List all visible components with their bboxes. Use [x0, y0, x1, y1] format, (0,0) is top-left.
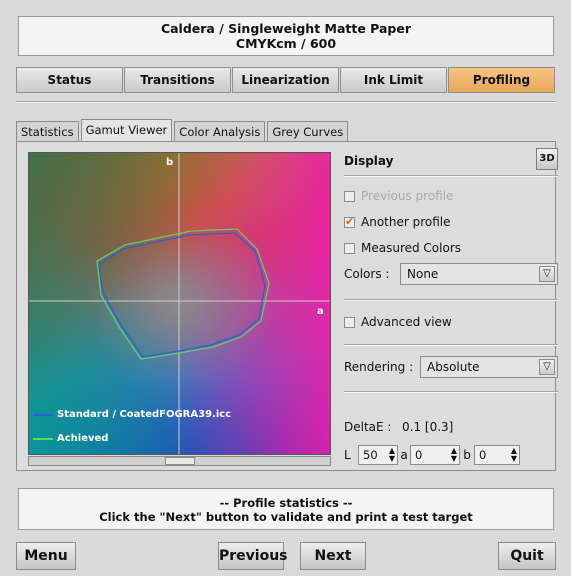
- previous-button[interactable]: Previous: [218, 542, 288, 570]
- subtab-grey-curves[interactable]: Grey Curves: [267, 121, 349, 141]
- spinner-arrows-icon[interactable]: ▲ ▼: [388, 447, 396, 463]
- tab-profiling[interactable]: Profiling: [448, 67, 555, 93]
- another-profile-checkbox[interactable]: Another profile: [344, 215, 451, 229]
- colors-select-value: None: [407, 267, 439, 281]
- divider: [344, 391, 558, 393]
- measured-colors-label: Measured Colors: [361, 241, 462, 255]
- spinner-arrows-icon[interactable]: ▲ ▼: [510, 447, 518, 463]
- rendering-select-value: Absolute: [427, 360, 480, 374]
- dropdown-arrow-icon[interactable]: ▽: [539, 359, 555, 375]
- footer-message: Click the "Next" button to validate and …: [99, 510, 473, 524]
- chart-horizontal-scrollbar[interactable]: [28, 456, 331, 466]
- tab-status[interactable]: Status: [16, 67, 123, 93]
- l-label: L: [344, 448, 351, 462]
- legend-standard-swatch: [33, 413, 53, 416]
- deltae-row: DeltaE : 0.1 [0.3]: [344, 420, 453, 434]
- tab-linearization[interactable]: Linearization: [232, 67, 339, 93]
- rendering-label: Rendering :: [344, 360, 414, 374]
- dropdown-arrow-icon[interactable]: ▽: [539, 266, 555, 282]
- 3d-view-button[interactable]: 3D: [536, 148, 558, 170]
- legend-achieved-label: Achieved: [57, 433, 109, 444]
- colors-row: Colors : None ▽: [344, 263, 558, 285]
- header-panel: Caldera / Singleweight Matte Paper CMYKc…: [18, 16, 554, 56]
- legend-standard-label: Standard / CoatedFOGRA39.icc: [57, 409, 232, 420]
- rendering-select[interactable]: Absolute ▽: [420, 356, 558, 378]
- scrollbar-thumb[interactable]: [165, 457, 195, 465]
- gamut-chart[interactable]: b a Standard / CoatedFOGRA39.icc Achieve…: [28, 152, 331, 455]
- b-label: b: [463, 448, 471, 462]
- previous-profile-checkbox[interactable]: Previous profile: [344, 189, 453, 203]
- l-value: 50: [363, 448, 378, 462]
- main-tabs: Status Transitions Linearization Ink Lim…: [16, 67, 556, 93]
- lab-inputs-row: L 50 ▲ ▼ a 0 ▲ ▼ b 0 ▲ ▼: [344, 445, 520, 465]
- standard-gamut-outline: [98, 232, 266, 358]
- subtab-statistics[interactable]: Statistics: [16, 121, 79, 141]
- header-subtitle: CMYKcm / 600: [235, 36, 337, 51]
- a-label: a: [400, 448, 408, 462]
- footer-title: -- Profile statistics --: [219, 496, 353, 510]
- deltae-value: 0.1 [0.3]: [402, 420, 454, 434]
- quit-button[interactable]: Quit: [498, 542, 556, 570]
- divider: [344, 344, 558, 346]
- measured-colors-checkbox[interactable]: Measured Colors: [344, 241, 461, 255]
- l-spinner[interactable]: 50 ▲ ▼: [358, 445, 398, 465]
- b-spinner[interactable]: 0 ▲ ▼: [474, 445, 520, 465]
- status-footer: -- Profile statistics -- Click the "Next…: [18, 488, 554, 530]
- another-profile-label: Another profile: [361, 215, 451, 229]
- b-value: 0: [479, 448, 487, 462]
- rendering-row: Rendering : Absolute ▽: [344, 356, 558, 378]
- previous-profile-label: Previous profile: [361, 189, 454, 203]
- divider: [344, 299, 558, 301]
- a-spinner[interactable]: 0 ▲ ▼: [410, 445, 460, 465]
- colors-label: Colors :: [344, 267, 390, 281]
- sub-tabs: Statistics Gamut Viewer Color Analysis G…: [16, 119, 350, 141]
- header-title: Caldera / Singleweight Matte Paper: [160, 21, 412, 36]
- a-value: 0: [415, 448, 423, 462]
- a-axis-label: a: [317, 306, 324, 317]
- tab-transitions[interactable]: Transitions: [124, 67, 231, 93]
- divider: [16, 101, 556, 103]
- checkbox-box[interactable]: [344, 190, 355, 202]
- subtab-color-analysis[interactable]: Color Analysis: [174, 121, 266, 141]
- checkbox-box[interactable]: [344, 242, 355, 254]
- display-title: Display: [344, 154, 394, 168]
- divider: [344, 175, 558, 177]
- menu-button[interactable]: Menu: [16, 542, 76, 570]
- legend-achieved: Achieved: [33, 433, 108, 444]
- legend-achieved-swatch: [33, 437, 53, 440]
- tab-ink-limit[interactable]: Ink Limit: [340, 67, 447, 93]
- checkbox-box-checked[interactable]: [344, 215, 355, 228]
- subtab-gamut-viewer[interactable]: Gamut Viewer: [80, 119, 173, 141]
- advanced-view-label: Advanced view: [361, 315, 452, 329]
- colors-select[interactable]: None ▽: [400, 263, 558, 285]
- caldera-window: Caldera / Singleweight Matte Paper CMYKc…: [0, 0, 571, 576]
- b-axis-label: b: [166, 157, 174, 168]
- spinner-arrows-icon[interactable]: ▲ ▼: [450, 447, 458, 463]
- advanced-view-checkbox[interactable]: Advanced view: [344, 315, 452, 329]
- next-button[interactable]: Next: [300, 542, 366, 570]
- legend-standard: Standard / CoatedFOGRA39.icc: [33, 409, 231, 420]
- checkbox-box[interactable]: [344, 316, 355, 328]
- deltae-label: DeltaE :: [344, 420, 392, 434]
